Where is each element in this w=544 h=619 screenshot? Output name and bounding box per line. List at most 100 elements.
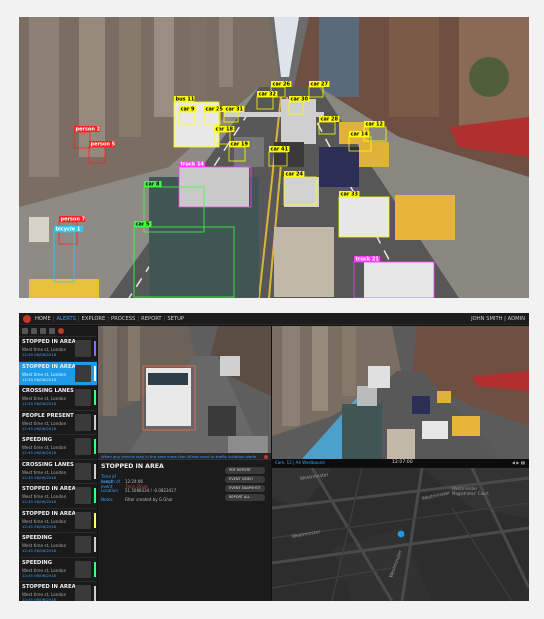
alert-list-item[interactable]: STOPPED IN AREA West time st, London 12:45…	[19, 337, 97, 362]
detection-label: bicycle 1	[56, 227, 81, 233]
app-logo-icon[interactable]	[23, 314, 31, 323]
alert-list-item[interactable]: STOPPED IN AREA West time st, London 12:45…	[19, 582, 97, 601]
alert-thumbnail	[75, 560, 91, 578]
camera-clock: 12:07:00	[392, 460, 413, 465]
alert-list-toolbar	[19, 326, 97, 337]
alert-thumbnail	[75, 413, 91, 431]
detail-field: Location 51.5088334 / -0.0823417	[101, 488, 176, 493]
nav-separator: |	[163, 315, 166, 322]
detection-label: car 28	[321, 117, 339, 123]
nav-item-home[interactable]: HOME	[35, 316, 51, 322]
alert-severity-indicator	[94, 341, 96, 356]
nav-item-setup[interactable]: SETUP	[167, 316, 184, 322]
event-video-button[interactable]: EVENT VIDEO	[225, 476, 265, 483]
camera-feed-1[interactable]	[98, 326, 271, 469]
detection-label: car 27	[311, 82, 329, 88]
close-icon[interactable]	[264, 454, 268, 459]
alert-list-item[interactable]: STOPPED IN AREA West time st, London 12:45…	[19, 484, 97, 509]
alert-severity-indicator	[94, 439, 96, 454]
alert-list-item[interactable]: SPEEDING West time st, London 12:45 06/06/…	[19, 435, 97, 460]
detection-label: car 14	[351, 132, 369, 138]
nav-item-process[interactable]: PROCESS	[111, 316, 135, 322]
filter-icon[interactable]	[22, 328, 28, 334]
detection-label: car 41	[271, 147, 289, 153]
user-menu[interactable]: JOHN SMITH | ADMIN	[471, 316, 525, 322]
detection-label: truck 14	[181, 162, 205, 168]
alert-list: STOPPED IN AREA West time st, London 12:45…	[19, 326, 97, 601]
detail-field-label: Notes	[101, 497, 113, 502]
alert-list-item[interactable]: PEOPLE PRESENT West time st, London 12:45 …	[19, 411, 97, 435]
detection-label: person 5	[91, 142, 116, 148]
grid-icon[interactable]	[40, 328, 46, 334]
detection-label: car 19	[231, 142, 249, 148]
alert-items: STOPPED IN AREA West time st, London 12:45…	[19, 337, 97, 601]
pdf-report-button[interactable]: PDF REPORT	[225, 467, 265, 474]
alert-severity-indicator	[94, 586, 96, 601]
alert-rule-text: When any vehicle stay in the area more t…	[101, 454, 257, 459]
detail-field-value: 51.5088334 / -0.0823417	[125, 488, 177, 493]
alert-thumbnail	[75, 389, 91, 406]
street-scene: car 26 car 27 car 32 car 31 car 30 car 25 car …	[19, 17, 529, 298]
nav-separator: |	[52, 315, 55, 322]
detection-label: car 5	[136, 222, 151, 228]
camera-name: Cam. 12 | A4 Westbound	[275, 460, 325, 465]
event-snapshot-button[interactable]: EVENT SNAPSHOT	[225, 485, 265, 492]
detection-label: car 31	[226, 107, 244, 113]
record-icon[interactable]	[58, 328, 64, 334]
alert-detail-panel: When any vehicle stay in the area more t…	[98, 453, 271, 601]
nav-item-report[interactable]: REPORT	[141, 316, 162, 322]
alert-thumbnail	[75, 511, 91, 529]
alert-severity-indicator	[94, 414, 96, 430]
alert-list-item[interactable]: SPEEDING West time st, London 12:45 06/06/…	[19, 558, 97, 582]
detection-label: car 25	[206, 107, 224, 113]
camera-2-scene	[272, 326, 529, 459]
alert-list-item[interactable]: SPEEDING West time st, London 12:45 06/06/…	[19, 533, 97, 558]
street-detection-photo: car 26 car 27 car 32 car 31 car 30 car 25 car …	[19, 17, 529, 298]
detection-label: car 30	[291, 97, 309, 103]
detail-field-label: Location	[101, 488, 118, 493]
nav-separator: |	[137, 315, 140, 322]
camera-1-scene	[98, 326, 271, 469]
detection-label: car 32	[259, 92, 277, 98]
detection-label: car 33	[341, 192, 359, 198]
detection-label: car 24	[286, 172, 304, 178]
detail-field-value: Filter created by G.Ghal	[125, 497, 173, 502]
alert-rule-banner: When any vehicle stay in the area more t…	[98, 453, 271, 460]
detail-field: Notes Filter created by G.Ghal	[101, 497, 172, 502]
alert-thumbnail	[75, 364, 91, 382]
top-nav-bar: HOME | ALERTS | EXPLORE | PROCESS | REPORT | SETUP…	[19, 313, 529, 325]
nav-separator: |	[77, 315, 80, 322]
alert-severity-indicator	[94, 390, 96, 405]
detection-label: car 18	[216, 127, 234, 133]
alert-thumbnail	[75, 438, 91, 455]
alert-thumbnail	[75, 340, 91, 357]
nav-item-explore[interactable]: EXPLORE	[82, 316, 106, 322]
playback-controls[interactable]: ◀ ▶ ▮▮	[512, 460, 525, 465]
alert-severity-indicator	[94, 488, 96, 503]
detection-label: car 9	[181, 107, 196, 113]
location-map[interactable]: Westminster Westminster Westminster Westmin…	[272, 468, 529, 601]
alert-severity-indicator	[94, 463, 96, 479]
nav-separator: |	[107, 315, 110, 322]
report-all-button[interactable]: REPORT ALL	[225, 494, 265, 501]
detection-label: car 12	[366, 122, 384, 128]
list-icon[interactable]	[49, 328, 55, 334]
nav-item-alerts[interactable]: ALERTS	[57, 316, 76, 322]
alert-list-item[interactable]: CROSSING LANES West time st, London 12:45 …	[19, 386, 97, 411]
alert-list-item[interactable]: STOPPED IN AREA West time st, London 12:45…	[19, 509, 97, 533]
alert-thumbnail	[75, 487, 91, 504]
alert-severity-indicator	[94, 561, 96, 577]
main-nav: HOME | ALERTS | EXPLORE | PROCESS | REPORT | SETUP	[35, 316, 186, 322]
alert-list-item[interactable]: STOPPED IN AREA West time st, London 12:45…	[19, 361, 97, 386]
alert-thumbnail	[75, 585, 91, 601]
location-pin-icon[interactable]	[397, 530, 405, 538]
alert-list-item[interactable]: CROSSING LANES West time st, London 12:45 …	[19, 460, 97, 484]
detection-label: bus 11	[176, 97, 195, 103]
alert-thumbnail	[75, 536, 91, 553]
detection-label: person 7	[61, 217, 86, 223]
camera-feed-2[interactable]	[272, 326, 529, 459]
detection-label: person 2	[76, 127, 101, 133]
sort-icon[interactable]	[31, 328, 37, 334]
map-canvas: WestminsterWestminsterWestminsterWestmin…	[272, 468, 529, 601]
traffic-dashboard: HOME | ALERTS | EXPLORE | PROCESS | REPORT | SETUP…	[19, 313, 529, 601]
